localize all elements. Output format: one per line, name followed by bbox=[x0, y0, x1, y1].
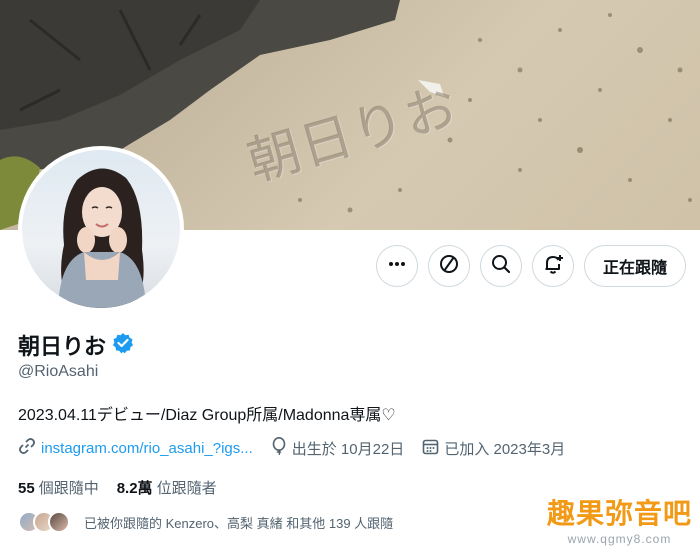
grok-button[interactable] bbox=[427, 245, 470, 287]
following-count: 55 bbox=[18, 480, 35, 497]
notifications-button[interactable] bbox=[531, 245, 574, 287]
bell-plus-icon bbox=[542, 253, 564, 280]
display-name: 朝日りお bbox=[18, 334, 107, 359]
avatar[interactable] bbox=[18, 146, 184, 312]
followed-by[interactable]: 已被你跟隨的 Kenzero、高梨 真緒 和其他 139 人跟隨 bbox=[18, 511, 393, 533]
verified-badge-icon[interactable] bbox=[112, 332, 134, 359]
link-icon bbox=[18, 437, 36, 459]
more-horizontal-icon bbox=[387, 254, 407, 279]
profile-joined: 已加入 2023年3月 bbox=[422, 438, 565, 459]
follow-stats: 55 個跟隨中 8.2萬 位跟隨者 bbox=[18, 477, 217, 498]
profile-actions: 正在跟隨 bbox=[375, 245, 686, 287]
following-stat[interactable]: 55 個跟隨中 bbox=[18, 477, 99, 498]
more-button[interactable] bbox=[375, 245, 418, 287]
profile-website: instagram.com/rio_asahi_?igs... bbox=[18, 437, 253, 459]
avatar-photo bbox=[22, 150, 180, 308]
following-button[interactable]: 正在跟隨 bbox=[583, 245, 686, 287]
slash-circle-icon bbox=[438, 253, 460, 280]
following-label: 個跟隨中 bbox=[38, 480, 99, 497]
profile-handle: @RioAsahi bbox=[18, 363, 99, 380]
joined-text: 已加入 2023年3月 bbox=[444, 440, 566, 458]
mini-avatar bbox=[48, 511, 70, 533]
website-link[interactable]: instagram.com/rio_asahi_?igs... bbox=[41, 440, 253, 457]
profile-birthday: 出生於 10月22日 bbox=[271, 437, 405, 459]
birthday-text: 出生於 10月22日 bbox=[291, 440, 405, 458]
search-icon bbox=[490, 253, 512, 280]
followers-count: 8.2萬 bbox=[116, 480, 153, 497]
followed-by-avatars bbox=[18, 511, 70, 533]
followed-by-text: 已被你跟隨的 Kenzero、高梨 真緒 和其他 139 人跟隨 bbox=[84, 515, 394, 531]
watermark: 趣果弥音吧 www.qgmy8.com bbox=[547, 492, 692, 546]
calendar-icon bbox=[422, 438, 439, 459]
followers-label: 位跟隨者 bbox=[156, 480, 217, 497]
watermark-url: www.qgmy8.com bbox=[567, 532, 672, 546]
profile-name-row: 朝日りお bbox=[18, 329, 134, 361]
balloon-icon bbox=[271, 437, 287, 459]
followers-stat[interactable]: 8.2萬 位跟隨者 bbox=[117, 477, 217, 498]
profile-meta: instagram.com/rio_asahi_?igs... 出生於 10月2… bbox=[18, 437, 583, 459]
profile-bio: 2023.04.11デビュー/Diaz Group所属/Madonna専属♡ bbox=[18, 407, 396, 424]
search-button[interactable] bbox=[479, 245, 522, 287]
watermark-title: 趣果弥音吧 bbox=[546, 498, 692, 529]
